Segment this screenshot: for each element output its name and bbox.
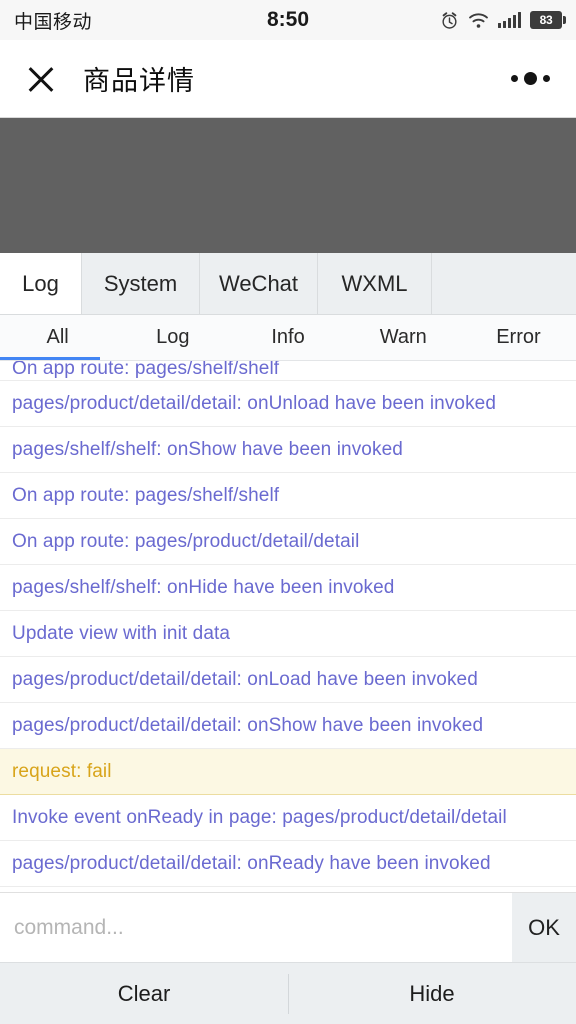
log-entry: On app route: pages/shelf/shelf xyxy=(0,361,576,381)
log-entry: pages/product/detail/detail: onUnload ha… xyxy=(0,381,576,427)
tab-log[interactable]: Log xyxy=(0,253,82,314)
tab-system[interactable]: System xyxy=(82,253,200,314)
action-divider xyxy=(288,974,289,1014)
signal-bars-icon xyxy=(498,12,521,28)
log-entry-list[interactable]: On app route: pages/shelf/shelf pages/pr… xyxy=(0,361,576,892)
tab-bar-filler xyxy=(432,253,576,314)
filter-error[interactable]: Error xyxy=(461,315,576,360)
app-root: 中国移动 8:50 83 商品详情 Log System WeChat WXML… xyxy=(0,0,576,1024)
navigation-bar: 商品详情 xyxy=(0,40,576,118)
command-bar: OK xyxy=(0,892,576,962)
filter-all[interactable]: All xyxy=(0,315,115,360)
ok-button[interactable]: OK xyxy=(512,893,576,962)
log-entry: pages/product/detail/detail: onShow have… xyxy=(0,703,576,749)
console-tab-bar: Log System WeChat WXML xyxy=(0,253,576,315)
tab-wxml[interactable]: WXML xyxy=(318,253,432,314)
more-options-icon[interactable] xyxy=(511,72,550,85)
hide-button[interactable]: Hide xyxy=(288,963,576,1024)
webview-content-area xyxy=(0,118,576,253)
log-entry: pages/product/detail/detail: onLoad have… xyxy=(0,657,576,703)
log-entry: pages/shelf/shelf: onShow have been invo… xyxy=(0,427,576,473)
status-bar: 中国移动 8:50 83 xyxy=(0,0,576,40)
carrier-label: 中国移动 xyxy=(14,11,93,33)
filter-info[interactable]: Info xyxy=(230,315,345,360)
tab-wechat[interactable]: WeChat xyxy=(200,253,318,314)
log-entry-warning: request: fail xyxy=(0,749,576,795)
page-title: 商品详情 xyxy=(83,66,195,96)
clear-button[interactable]: Clear xyxy=(0,963,288,1024)
log-entry: pages/product/detail/detail: onReady hav… xyxy=(0,841,576,887)
status-icons: 83 xyxy=(440,11,566,30)
filter-warn[interactable]: Warn xyxy=(346,315,461,360)
log-entry: pages/shelf/shelf: onHide have been invo… xyxy=(0,565,576,611)
close-icon[interactable] xyxy=(26,64,56,94)
console-action-bar: Clear Hide xyxy=(0,962,576,1024)
log-level-filter-bar: All Log Info Warn Error xyxy=(0,315,576,361)
battery-icon: 83 xyxy=(530,11,566,29)
log-entry: Update view with init data xyxy=(0,611,576,657)
log-entry: Invoke event onReady in page: pages/prod… xyxy=(0,795,576,841)
battery-level-label: 83 xyxy=(539,13,553,27)
command-input[interactable] xyxy=(0,893,512,962)
debug-console-panel: Log System WeChat WXML All Log Info Warn… xyxy=(0,253,576,1024)
alarm-clock-icon xyxy=(442,11,457,29)
filter-log[interactable]: Log xyxy=(115,315,230,360)
log-entry: On app route: pages/product/detail/detai… xyxy=(0,519,576,565)
log-entry: On app route: pages/shelf/shelf xyxy=(0,473,576,519)
wifi-icon xyxy=(469,12,488,28)
active-filter-indicator xyxy=(0,357,100,360)
